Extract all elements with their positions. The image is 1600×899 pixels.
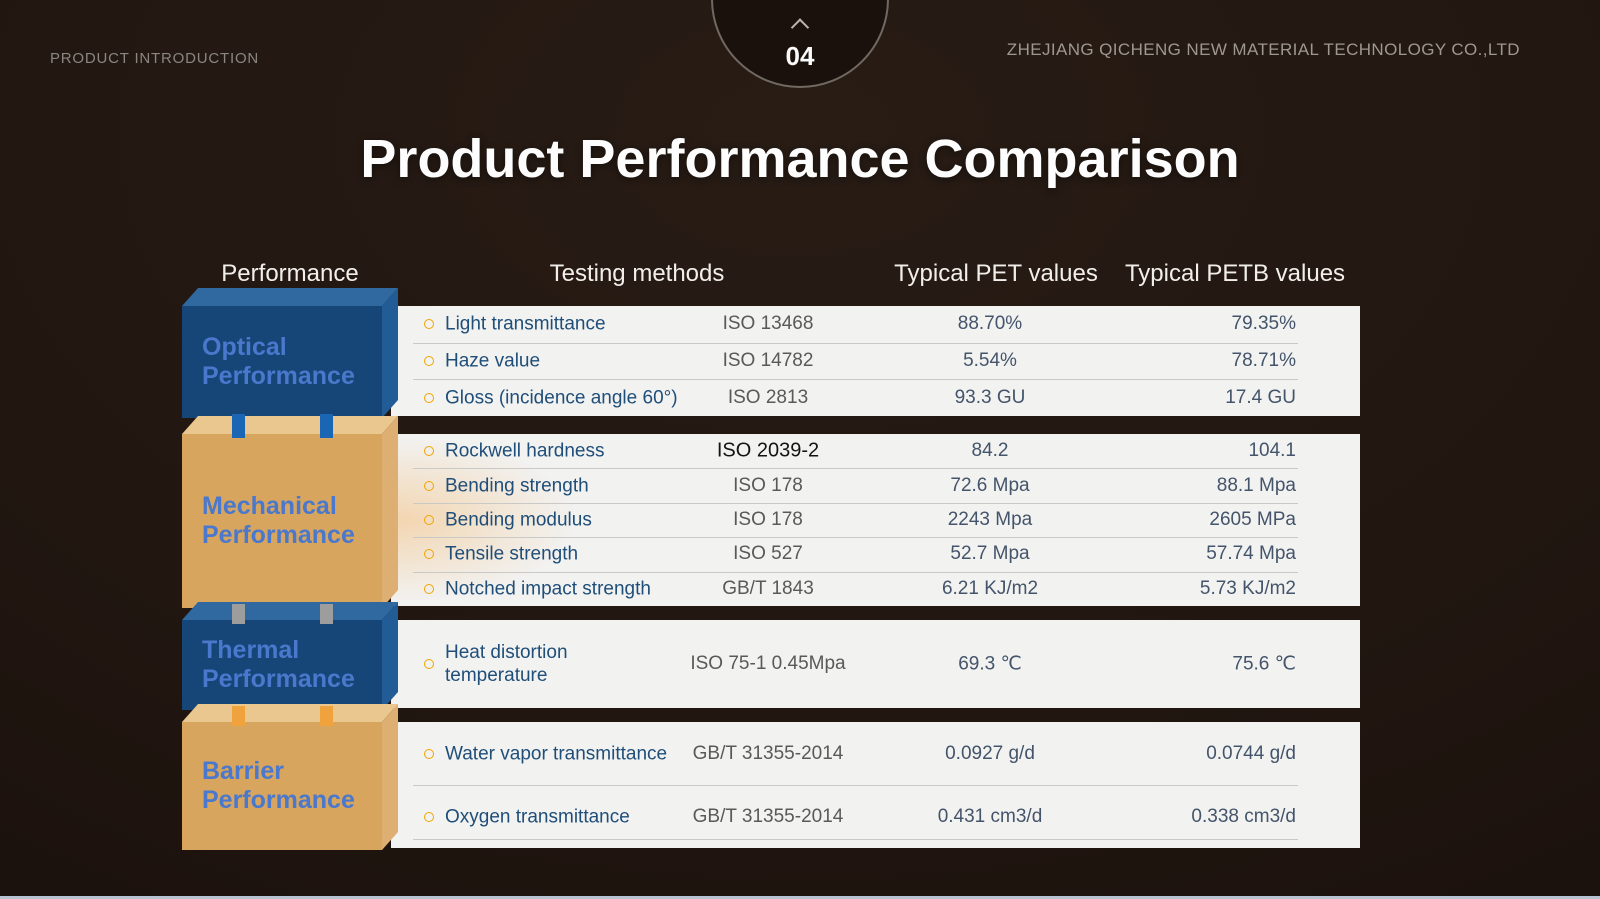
circle-bullet-icon [424, 481, 434, 491]
category-box-barrier-performance: Barrier Performance [182, 704, 398, 850]
connector-peg [320, 414, 333, 438]
connector-peg [320, 706, 333, 726]
row-separator [413, 468, 1298, 469]
row-separator [413, 785, 1298, 786]
row-separator [413, 343, 1298, 344]
circle-bullet-icon [424, 749, 434, 759]
table-row: Notched impact strengthGB/T 18436.21 KJ/… [391, 572, 1360, 606]
row-testing-method: ISO 178 [628, 509, 908, 531]
table-row: Haze valueISO 147825.54%78.71% [391, 343, 1360, 380]
column-header-testing-methods: Testing methods [517, 260, 757, 288]
box-front-face: Thermal Performance [182, 620, 382, 710]
page-indicator-badge: 04 [711, 0, 889, 88]
box-right-face [382, 416, 398, 608]
row-petb-value: 5.73 KJ/m2 [1056, 578, 1296, 600]
row-testing-method: ISO 178 [628, 475, 908, 497]
box-front-face: Mechanical Performance [182, 434, 382, 608]
circle-bullet-icon [424, 659, 434, 669]
eyebrow-label: PRODUCT INTRODUCTION [50, 50, 259, 67]
circle-bullet-icon [424, 584, 434, 594]
row-petb-value: 0.0744 g/d [1056, 743, 1296, 765]
section-band-mechanical-performance: Rockwell hardnessISO 2039-284.2104.1Bend… [391, 434, 1360, 606]
table-row: Tensile strengthISO 52752.7 Mpa57.74 Mpa [391, 537, 1360, 571]
connector-peg [232, 604, 245, 624]
circle-bullet-icon [424, 319, 434, 329]
row-testing-method: GB/T 1843 [628, 578, 908, 600]
row-testing-method: ISO 14782 [628, 350, 908, 372]
row-petb-value: 2605 MPa [1056, 509, 1296, 531]
table-row: Gloss (incidence angle 60°)ISO 281393.3 … [391, 379, 1360, 416]
row-testing-method: GB/T 31355-2014 [628, 743, 908, 765]
row-testing-method: ISO 2039-2 [628, 440, 908, 463]
row-petb-value: 78.71% [1056, 350, 1296, 372]
table-row: Water vapor transmittanceGB/T 31355-2014… [391, 722, 1360, 785]
row-petb-value: 0.338 cm3/d [1056, 806, 1296, 828]
box-front-face: Barrier Performance [182, 722, 382, 850]
circle-bullet-icon [424, 393, 434, 403]
circle-bullet-icon [424, 446, 434, 456]
row-separator [413, 537, 1298, 538]
chevron-up-icon [791, 18, 809, 36]
table-row: Bending modulusISO 1782243 Mpa2605 MPa [391, 503, 1360, 537]
company-name: ZHEJIANG QICHENG NEW MATERIAL TECHNOLOGY… [1007, 40, 1520, 60]
connector-peg [232, 414, 245, 438]
table-row: Bending strengthISO 17872.6 Mpa88.1 Mpa [391, 468, 1360, 502]
table-row: Light transmittanceISO 1346888.70%79.35% [391, 306, 1360, 343]
section-band-barrier-performance: Water vapor transmittanceGB/T 31355-2014… [391, 722, 1360, 848]
category-label-thermal-performance: Thermal Performance [202, 636, 374, 695]
box-front-face: Optical Performance [182, 306, 382, 418]
connector-peg [232, 706, 245, 726]
row-separator [413, 572, 1298, 573]
box-right-face [382, 602, 398, 710]
category-box-mechanical-performance: Mechanical Performance [182, 416, 398, 608]
row-petb-value: 79.35% [1056, 313, 1296, 335]
table-row: Heat distortion temperatureISO 75-1 0.45… [391, 620, 1360, 708]
row-petb-value: 104.1 [1056, 440, 1296, 462]
row-testing-method: ISO 13468 [628, 313, 908, 335]
section-band-optical-performance: Light transmittanceISO 1346888.70%79.35%… [391, 306, 1360, 416]
row-petb-value: 75.6 ℃ [1056, 653, 1296, 676]
category-box-optical-performance: Optical Performance [182, 288, 398, 418]
category-label-barrier-performance: Barrier Performance [202, 757, 374, 816]
box-right-face [382, 704, 398, 850]
box-top-face [182, 288, 398, 306]
table-row: Rockwell hardnessISO 2039-284.2104.1 [391, 434, 1360, 468]
circle-bullet-icon [424, 515, 434, 525]
page-title: Product Performance Comparison [0, 128, 1600, 190]
box-top-face [182, 704, 398, 722]
column-header-performance: Performance [180, 260, 400, 288]
slide: PRODUCT INTRODUCTION ZHEJIANG QICHENG NE… [0, 0, 1600, 899]
circle-bullet-icon [424, 549, 434, 559]
row-separator [413, 503, 1298, 504]
row-separator [413, 839, 1298, 840]
row-separator [413, 379, 1298, 380]
column-header-petb-values: Typical PETB values [1115, 260, 1355, 288]
row-petb-value: 88.1 Mpa [1056, 475, 1296, 497]
page-number: 04 [713, 41, 887, 72]
connector-peg [320, 604, 333, 624]
row-testing-method: ISO 75-1 0.45Mpa [628, 653, 908, 675]
category-box-thermal-performance: Thermal Performance [182, 602, 398, 710]
row-petb-value: 17.4 GU [1056, 387, 1296, 409]
row-testing-method: GB/T 31355-2014 [628, 806, 908, 828]
box-right-face [382, 288, 398, 418]
category-label-optical-performance: Optical Performance [202, 333, 374, 392]
category-label-mechanical-performance: Mechanical Performance [202, 492, 374, 551]
circle-bullet-icon [424, 812, 434, 822]
row-testing-method: ISO 2813 [628, 387, 908, 409]
circle-bullet-icon [424, 356, 434, 366]
section-band-thermal-performance: Heat distortion temperatureISO 75-1 0.45… [391, 620, 1360, 708]
box-top-face [182, 602, 398, 620]
row-petb-value: 57.74 Mpa [1056, 543, 1296, 565]
box-top-face [182, 416, 398, 434]
column-header-pet-values: Typical PET values [876, 260, 1116, 288]
row-testing-method: ISO 527 [628, 543, 908, 565]
